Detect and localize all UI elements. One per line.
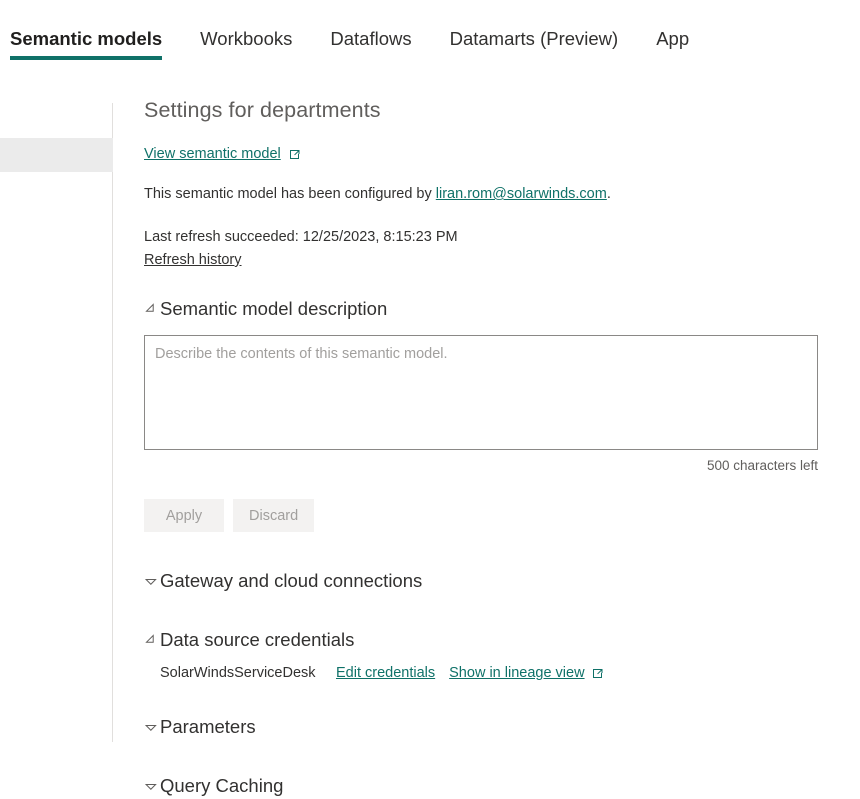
description-actions: Apply Discard xyxy=(144,499,844,532)
edit-credentials-link[interactable]: Edit credentials xyxy=(336,665,435,681)
section-header-gateway-and-cloud-connections[interactable]: Gateway and cloud connections xyxy=(144,568,844,594)
chevron-collapsed-icon xyxy=(144,574,158,588)
section-header-semantic-model-description[interactable]: Semantic model description xyxy=(144,296,844,322)
section-title-gateway-and-cloud-connections: Gateway and cloud connections xyxy=(160,568,422,594)
chevron-expanded-icon xyxy=(144,302,158,316)
apply-button[interactable]: Apply xyxy=(144,499,224,532)
section-title-parameters: Parameters xyxy=(160,714,256,740)
refresh-status-block: Last refresh succeeded: 12/25/2023, 8:15… xyxy=(144,227,844,270)
section-title-semantic-model-description: Semantic model description xyxy=(160,296,387,322)
chevron-collapsed-icon xyxy=(144,720,158,734)
tab-app[interactable]: App xyxy=(656,28,689,66)
tab-bar: Semantic models Workbooks Dataflows Data… xyxy=(0,0,860,72)
sidebar-selected-item[interactable] xyxy=(0,138,113,172)
refresh-history-link[interactable]: Refresh history xyxy=(144,250,242,270)
settings-pane: Settings for departments View semantic m… xyxy=(144,96,844,799)
configured-by-suffix: . xyxy=(607,186,611,202)
configured-by-email-link[interactable]: liran.rom@solarwinds.com xyxy=(436,186,607,202)
tab-semantic-models[interactable]: Semantic models xyxy=(10,28,162,66)
credential-source-name: SolarWindsServiceDesk xyxy=(160,665,336,681)
tab-list: Semantic models Workbooks Dataflows Data… xyxy=(10,28,727,66)
characters-left-label: 500 characters left xyxy=(144,458,818,473)
credentials-row: SolarWindsServiceDesk Edit credentials S… xyxy=(160,665,844,681)
external-link-icon xyxy=(592,667,604,679)
tab-datamarts-preview[interactable]: Datamarts (Preview) xyxy=(450,28,619,66)
page-title: Settings for departments xyxy=(144,96,844,124)
view-semantic-model-link[interactable]: View semantic model xyxy=(144,146,281,162)
show-in-lineage-view-link[interactable]: Show in lineage view xyxy=(449,665,584,681)
external-link-icon xyxy=(289,148,301,160)
tab-workbooks[interactable]: Workbooks xyxy=(200,28,292,66)
discard-button[interactable]: Discard xyxy=(233,499,314,532)
chevron-expanded-icon xyxy=(144,633,158,647)
configured-by-prefix: This semantic model has been configured … xyxy=(144,186,436,202)
last-refresh-text: Last refresh succeeded: 12/25/2023, 8:15… xyxy=(144,227,844,247)
section-header-parameters[interactable]: Parameters xyxy=(144,714,844,740)
section-title-query-caching: Query Caching xyxy=(160,773,283,799)
section-header-data-source-credentials[interactable]: Data source credentials xyxy=(144,627,844,653)
configured-by-line: This semantic model has been configured … xyxy=(144,184,844,204)
tab-dataflows[interactable]: Dataflows xyxy=(330,28,411,66)
view-semantic-model-row: View semantic model xyxy=(144,146,844,162)
left-sidebar xyxy=(0,103,113,742)
section-title-data-source-credentials: Data source credentials xyxy=(160,627,354,653)
section-header-query-caching[interactable]: Query Caching xyxy=(144,773,844,799)
description-textarea[interactable] xyxy=(144,335,818,450)
chevron-collapsed-icon xyxy=(144,779,158,793)
description-editor: 500 characters left xyxy=(144,335,844,473)
